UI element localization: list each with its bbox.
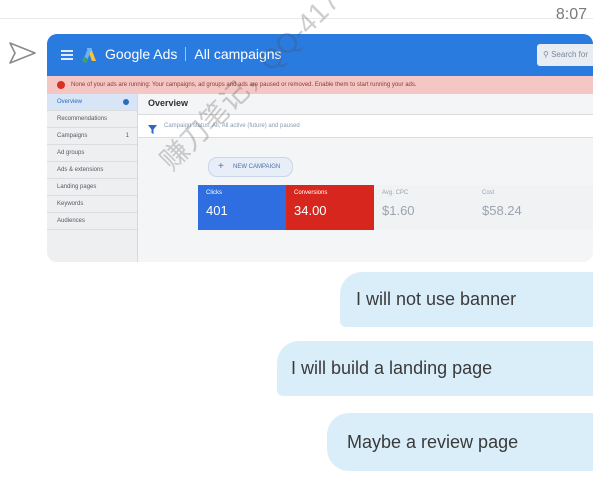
metric-avg-cpc: Avg. CPC $1.60 — [374, 185, 474, 230]
ads-sidebar-item-landing-pages: Landing pages — [47, 179, 137, 196]
ads-sidebar-item-audiences: Audiences — [47, 213, 137, 230]
ads-sidebar: Overview Recommendations Campaigns 1 Ad … — [47, 94, 138, 262]
alert-icon — [57, 81, 65, 89]
metric-cost-label: Cost — [482, 190, 495, 196]
metric-cost-value: $58.24 — [482, 203, 522, 218]
ads-page-name: All campaigns — [194, 46, 282, 62]
ads-overview-title: Overview — [148, 98, 189, 108]
chat-message[interactable]: Maybe a review page — [327, 413, 593, 471]
ads-sidebar-item-overview: Overview — [47, 94, 137, 111]
chat-message[interactable]: I will not use banner — [340, 272, 593, 327]
campaigns-count: 1 — [125, 133, 129, 139]
ads-filter-text: Campaign status: All, All active (future… — [164, 123, 300, 129]
chat-message[interactable]: I will build a landing page — [277, 341, 593, 396]
ads-header: Google Ads All campaigns ⚲ Search for — [47, 34, 593, 76]
status-time: 8:07 — [555, 6, 587, 23]
chat-screen: 8:07 Google Ads All campaigns ⚲ Search fo… — [0, 0, 593, 479]
metric-avg-cpc-label: Avg. CPC — [382, 190, 409, 196]
ads-sidebar-item-ad-groups: Ad groups — [47, 145, 137, 162]
metric-clicks: Clicks 401 — [198, 185, 286, 230]
ads-filter-bar: Campaign status: All, All active (future… — [138, 114, 593, 138]
ads-metrics: Clicks 401 Conversions 34.00 Avg. CPC $1… — [198, 185, 593, 230]
ads-sidebar-item-recommendations: Recommendations — [47, 111, 137, 128]
metric-conversions-label: Conversions — [294, 190, 328, 196]
status-bar: 8:07 — [0, 0, 593, 23]
metric-conversions: Conversions 34.00 — [286, 185, 374, 230]
search-icon: ⚲ — [543, 50, 549, 59]
ads-search-placeholder: Search for — [551, 50, 588, 59]
metric-cost: Cost $58.24 — [474, 185, 593, 230]
google-ads-screenshot[interactable]: Google Ads All campaigns ⚲ Search for Non… — [47, 34, 593, 262]
menu-icon — [61, 50, 73, 60]
ads-brand: Google Ads — [105, 46, 178, 62]
ads-sidebar-item-ads-extensions: Ads & extensions — [47, 162, 137, 179]
send-icon[interactable] — [8, 40, 38, 66]
new-campaign-button: + NEW CAMPAIGN — [208, 157, 294, 177]
ads-alert-banner: None of your ads are running: Your campa… — [47, 76, 593, 94]
ads-title: Google Ads All campaigns — [105, 46, 282, 62]
home-icon — [123, 99, 129, 105]
metric-avg-cpc-value: $1.60 — [382, 203, 415, 218]
ads-main-panel: Overview Campaign status: All, All activ… — [138, 94, 593, 262]
ads-alert-text: None of your ads are running: Your campa… — [71, 82, 417, 88]
metric-conversions-value: 34.00 — [294, 203, 327, 218]
plus-icon: + — [218, 161, 224, 172]
google-ads-logo-icon — [81, 46, 99, 64]
ads-sidebar-item-keywords: Keywords — [47, 196, 137, 213]
ads-search-box: ⚲ Search for — [537, 44, 593, 66]
metric-clicks-value: 401 — [206, 203, 228, 218]
metric-clicks-label: Clicks — [206, 190, 222, 196]
filter-icon — [148, 121, 157, 139]
ads-sidebar-item-campaigns: Campaigns 1 — [47, 128, 137, 145]
